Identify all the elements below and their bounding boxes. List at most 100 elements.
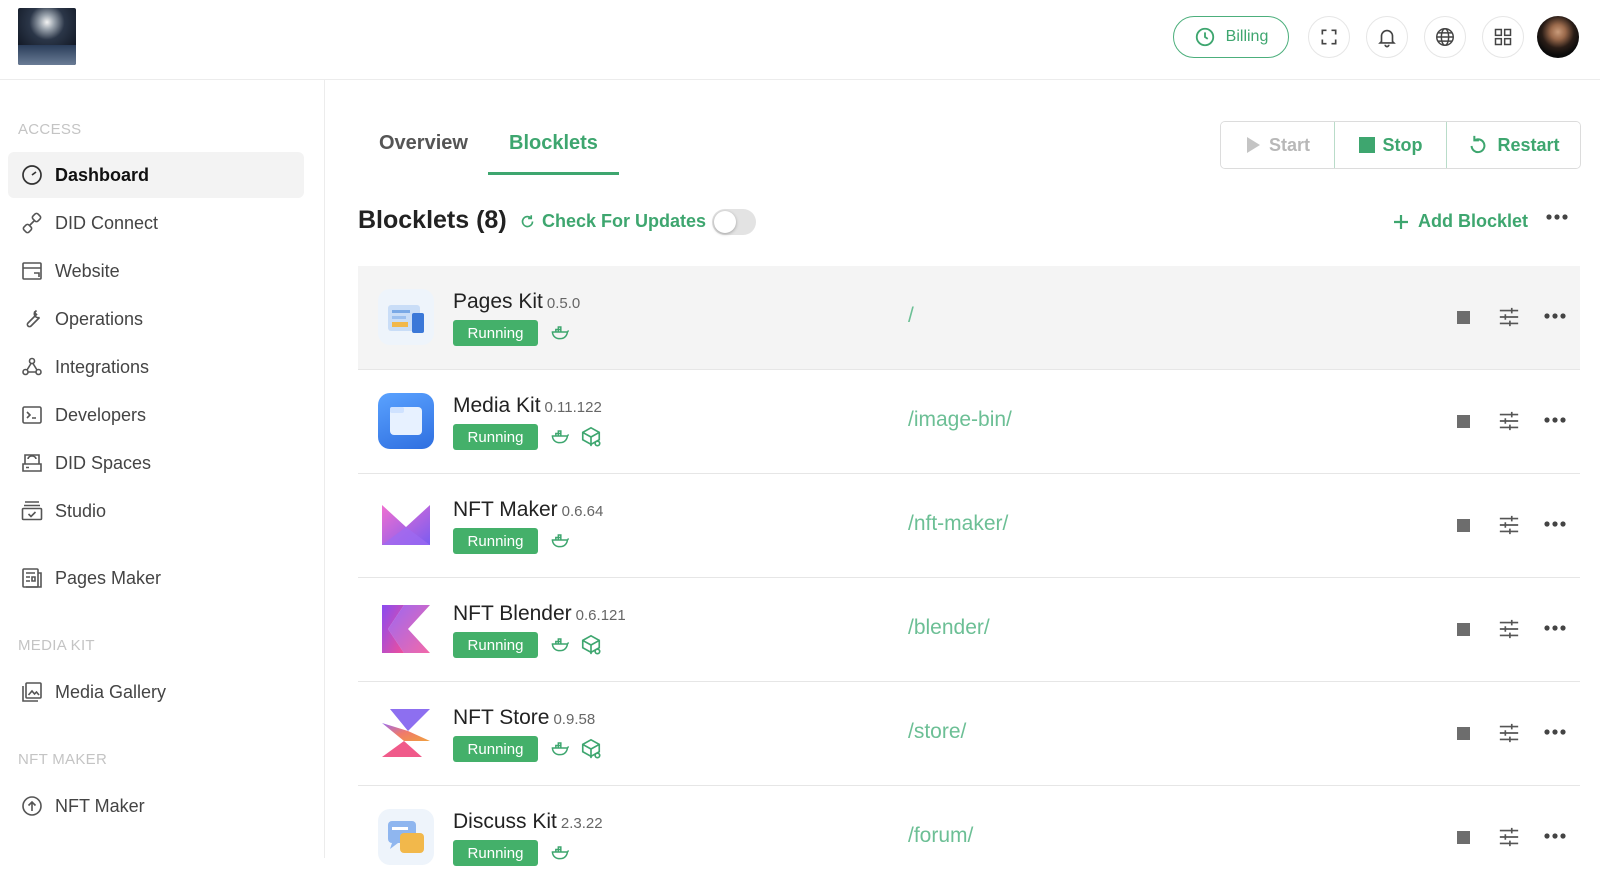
nft-blender-logo bbox=[378, 601, 434, 657]
media-kit-logo bbox=[378, 393, 434, 449]
billing-button[interactable]: Billing bbox=[1173, 16, 1289, 58]
start-label: Start bbox=[1268, 134, 1310, 155]
status-badge: Running bbox=[453, 320, 538, 346]
sidebar-item-dashboard[interactable]: Dashboard bbox=[8, 152, 304, 198]
check-for-updates-link[interactable]: Check For Updates bbox=[520, 211, 706, 232]
settings-sliders-icon[interactable] bbox=[1498, 410, 1520, 432]
stop-blocklet-icon[interactable] bbox=[1457, 519, 1470, 532]
sidebar-item-operations[interactable]: Operations bbox=[8, 296, 304, 342]
blocklet-row-pages-kit[interactable]: Pages Kit 0.5.0 Running / bbox=[358, 266, 1580, 370]
start-button[interactable]: Start bbox=[1221, 122, 1334, 168]
fullscreen-button[interactable] bbox=[1308, 16, 1350, 58]
mount-path-link[interactable]: /store/ bbox=[908, 720, 966, 744]
settings-sliders-icon[interactable] bbox=[1498, 514, 1520, 536]
docker-icon bbox=[551, 846, 570, 860]
row-more-options-icon[interactable] bbox=[1544, 313, 1566, 319]
sidebar-item-label: DID Spaces bbox=[55, 452, 152, 473]
status-badge: Running bbox=[453, 736, 538, 762]
component-cube-icon bbox=[581, 426, 601, 447]
nft-store-logo bbox=[378, 705, 434, 761]
fullscreen-icon bbox=[1321, 29, 1337, 45]
stop-blocklet-icon[interactable] bbox=[1457, 831, 1470, 844]
blocklet-row-discuss-kit[interactable]: Discuss Kit 2.3.22 Running /forum/ bbox=[358, 786, 1580, 890]
user-avatar[interactable] bbox=[1537, 16, 1579, 58]
sidebar-item-label: Developers bbox=[55, 404, 147, 425]
sidebar-item-label: NFT Maker bbox=[55, 795, 145, 816]
status-badge: Running bbox=[453, 632, 538, 658]
blocklet-name[interactable]: Discuss Kit 2.3.22 bbox=[453, 810, 603, 834]
blocklet-row-nft-store[interactable]: NFT Store 0.9.58 Running /store/ bbox=[358, 682, 1580, 786]
tab-overview[interactable]: Overview bbox=[379, 132, 468, 155]
apps-grid-icon bbox=[1494, 28, 1512, 46]
blocklet-version: 0.9.58 bbox=[553, 711, 596, 728]
stop-button[interactable]: Stop bbox=[1334, 122, 1446, 168]
status-badge: Running bbox=[453, 840, 538, 866]
blocklet-version: 0.6.121 bbox=[575, 607, 626, 624]
sidebar-item-nft-maker[interactable]: NFT Maker bbox=[8, 783, 304, 829]
row-more-options-icon[interactable] bbox=[1544, 625, 1566, 631]
sidebar-item-label: Studio bbox=[55, 500, 107, 521]
sidebar-item-pages-maker[interactable]: Pages Maker bbox=[8, 555, 304, 601]
mount-path-link[interactable]: /nft-maker/ bbox=[908, 512, 1008, 536]
docker-icon bbox=[551, 326, 570, 340]
tab-blocklets[interactable]: Blocklets bbox=[509, 132, 598, 155]
docker-icon bbox=[551, 430, 570, 444]
more-options-icon[interactable] bbox=[1546, 214, 1568, 220]
stop-label: Stop bbox=[1382, 134, 1423, 155]
blocklet-row-media-kit[interactable]: Media Kit 0.11.122 Running /image-bin/ bbox=[358, 370, 1580, 474]
sidebar-item-media-gallery[interactable]: Media Gallery bbox=[8, 669, 304, 715]
mount-path-link[interactable]: / bbox=[908, 304, 914, 328]
section-title-nft-maker: NFT MAKER bbox=[18, 751, 108, 768]
component-cube-icon bbox=[581, 634, 601, 655]
section-title-access: ACCESS bbox=[18, 121, 82, 138]
blocklet-row-nft-maker[interactable]: NFT Maker 0.6.64 Running /nft-maker/ bbox=[358, 474, 1580, 578]
restart-button[interactable]: Restart bbox=[1446, 122, 1580, 168]
row-more-options-icon[interactable] bbox=[1544, 729, 1566, 735]
stop-blocklet-icon[interactable] bbox=[1457, 623, 1470, 636]
mount-path-link[interactable]: /image-bin/ bbox=[908, 408, 1012, 432]
sidebar-item-studio[interactable]: Studio bbox=[8, 488, 304, 534]
sidebar-item-label: Integrations bbox=[55, 356, 150, 377]
mount-path-link[interactable]: /forum/ bbox=[908, 824, 973, 848]
sidebar-item-did-spaces[interactable]: DID Spaces bbox=[8, 440, 304, 486]
sidebar-item-integrations[interactable]: Integrations bbox=[8, 344, 304, 390]
sidebar-item-developers[interactable]: Developers bbox=[8, 392, 304, 438]
apps-button[interactable] bbox=[1482, 16, 1524, 58]
row-more-options-icon[interactable] bbox=[1544, 417, 1566, 423]
studio-icon bbox=[21, 501, 43, 521]
pages-kit-logo bbox=[378, 289, 434, 345]
row-more-options-icon[interactable] bbox=[1544, 521, 1566, 527]
component-cube-icon bbox=[581, 738, 601, 759]
stop-blocklet-icon[interactable] bbox=[1457, 311, 1470, 324]
settings-sliders-icon[interactable] bbox=[1498, 306, 1520, 328]
link-icon bbox=[22, 212, 42, 234]
settings-sliders-icon[interactable] bbox=[1498, 826, 1520, 848]
blocklet-name[interactable]: NFT Blender 0.6.121 bbox=[453, 602, 626, 626]
settings-sliders-icon[interactable] bbox=[1498, 618, 1520, 640]
settings-sliders-icon[interactable] bbox=[1498, 722, 1520, 744]
blocklet-name[interactable]: NFT Maker 0.6.64 bbox=[453, 498, 603, 522]
sidebar-item-label: Media Gallery bbox=[55, 681, 167, 702]
blocklet-version: 0.6.64 bbox=[561, 503, 604, 520]
stop-icon bbox=[1358, 137, 1375, 153]
blocklet-name[interactable]: Pages Kit 0.5.0 bbox=[453, 290, 580, 314]
row-more-options-icon[interactable] bbox=[1544, 833, 1566, 839]
mount-path-link[interactable]: /blender/ bbox=[908, 616, 990, 640]
sidebar-item-did-connect[interactable]: DID Connect bbox=[8, 200, 304, 246]
stop-blocklet-icon[interactable] bbox=[1457, 727, 1470, 740]
play-icon bbox=[1246, 137, 1260, 153]
notifications-button[interactable] bbox=[1366, 16, 1408, 58]
blocklet-row-nft-blender[interactable]: NFT Blender 0.6.121 Running /blender/ bbox=[358, 578, 1580, 682]
discuss-kit-logo bbox=[378, 809, 434, 865]
blocklet-name[interactable]: Media Kit 0.11.122 bbox=[453, 394, 602, 418]
auto-update-toggle[interactable] bbox=[712, 209, 756, 235]
check-for-updates-label: Check For Updates bbox=[542, 211, 707, 231]
stop-blocklet-icon[interactable] bbox=[1457, 415, 1470, 428]
language-button[interactable] bbox=[1424, 16, 1466, 58]
sidebar-item-website[interactable]: Website bbox=[8, 248, 304, 294]
dashboard-gauge-icon bbox=[22, 165, 42, 185]
blocklet-name[interactable]: NFT Store 0.9.58 bbox=[453, 706, 595, 730]
globe-icon bbox=[1436, 28, 1454, 46]
add-blocklet-button[interactable]: Add Blocklet bbox=[1393, 211, 1528, 232]
app-logo[interactable] bbox=[18, 8, 76, 65]
